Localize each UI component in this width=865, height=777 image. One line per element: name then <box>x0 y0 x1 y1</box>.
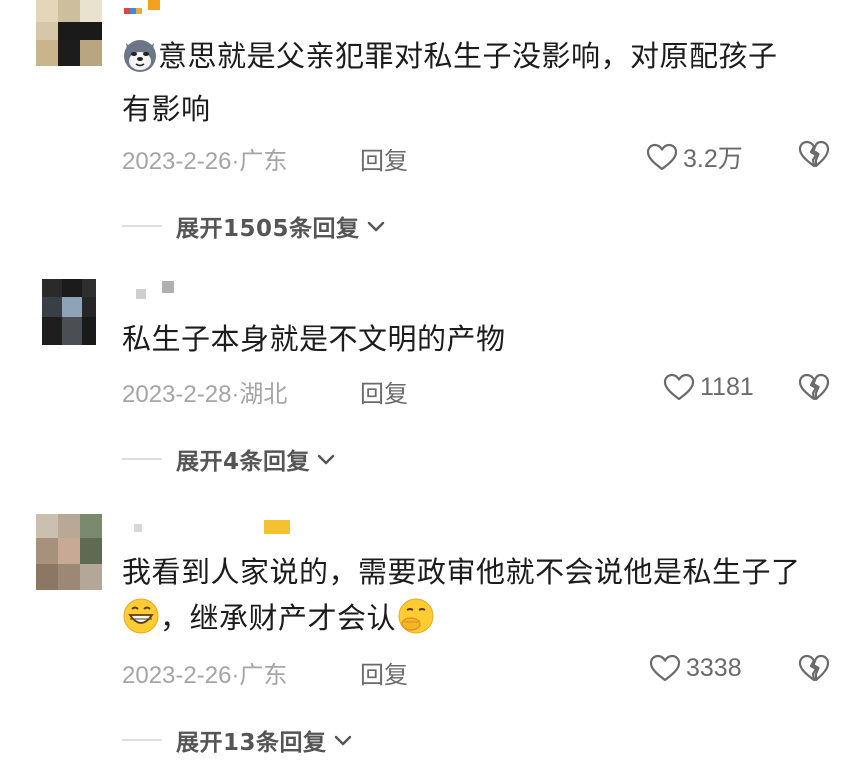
comment-meta: 2023-2-28·湖北 <box>122 374 287 409</box>
husky-dog-emoji <box>122 37 158 86</box>
comment-date: 2023-2-26· <box>122 148 240 175</box>
divider-line <box>122 458 162 460</box>
comment-date: 2023-2-28· <box>122 381 240 408</box>
comment-meta: 2023-2-26·广东 <box>122 655 287 690</box>
dislike-button[interactable] <box>797 139 831 173</box>
comment-text-line2: ，继承财产才会认 <box>160 601 397 635</box>
heart-outline-icon <box>646 143 678 171</box>
comment-text-line1: 我看到人家说的，需要政审他就不会说他是私生子了 <box>122 555 801 589</box>
expand-replies-label: 展开1505条回复 <box>176 216 360 242</box>
username-redacted[interactable] <box>124 514 324 534</box>
chevron-down-icon <box>334 735 351 746</box>
expand-replies-label: 展开13条回复 <box>176 730 327 756</box>
expand-replies-button[interactable]: 展开4条回复 <box>122 442 336 476</box>
broken-heart-icon <box>798 140 830 168</box>
comment-location: 湖北 <box>239 381 288 408</box>
comment-location: 广东 <box>239 662 288 689</box>
chevron-down-icon <box>317 454 335 465</box>
expand-replies-button[interactable]: 展开13条回复 <box>122 723 353 757</box>
like-count: 3.2万 <box>683 145 743 173</box>
heart-outline-icon <box>663 373 695 401</box>
comment-text-line1: 私生子本身就是不文明的产物 <box>122 322 506 356</box>
heart-outline-icon <box>649 654 681 682</box>
like-count: 1181 <box>700 372 754 401</box>
comment-text: 私生子本身就是不文明的产物 <box>122 316 822 362</box>
username-redacted[interactable] <box>124 0 184 18</box>
like-count: 3338 <box>686 653 742 682</box>
like-button[interactable]: 1181 <box>662 372 754 402</box>
reply-button[interactable]: 回复 <box>360 374 408 409</box>
grinning-face-emoji <box>122 597 160 648</box>
comment-date: 2023-2-26· <box>122 662 240 689</box>
expand-replies-label: 展开4条回复 <box>176 449 311 475</box>
comment-text: 我看到人家说的，需要政审他就不会说他是私生子了 ，继承财产才会认 <box>122 549 822 648</box>
divider-line <box>122 739 162 741</box>
divider-line <box>122 225 162 227</box>
username-redacted[interactable] <box>124 279 184 299</box>
chevron-down-icon <box>367 221 384 232</box>
avatar[interactable] <box>36 279 102 345</box>
comment-text-line2: 有影响 <box>122 92 211 126</box>
like-button[interactable]: 3.2万 <box>645 139 743 175</box>
comment-meta: 2023-2-26·广东 <box>122 141 287 176</box>
broken-heart-icon <box>798 654 830 682</box>
reply-button[interactable]: 回复 <box>360 141 408 176</box>
dislike-button[interactable] <box>797 372 831 406</box>
like-button[interactable]: 3338 <box>648 653 742 683</box>
reply-button[interactable]: 回复 <box>360 655 408 690</box>
comment-text-line1: 意思就是父亲犯罪对私生子没影响，对原配孩子 <box>158 39 778 73</box>
expand-replies-button[interactable]: 展开1505条回复 <box>122 209 386 243</box>
avatar[interactable] <box>36 0 102 66</box>
comment-text: 意思就是父亲犯罪对私生子没影响，对原配孩子 有影响 <box>122 33 822 132</box>
avatar[interactable] <box>36 514 102 590</box>
smirking-hand-over-mouth-emoji <box>396 597 436 648</box>
comment-location: 广东 <box>239 148 288 175</box>
dislike-button[interactable] <box>797 653 831 687</box>
broken-heart-icon <box>798 373 830 401</box>
